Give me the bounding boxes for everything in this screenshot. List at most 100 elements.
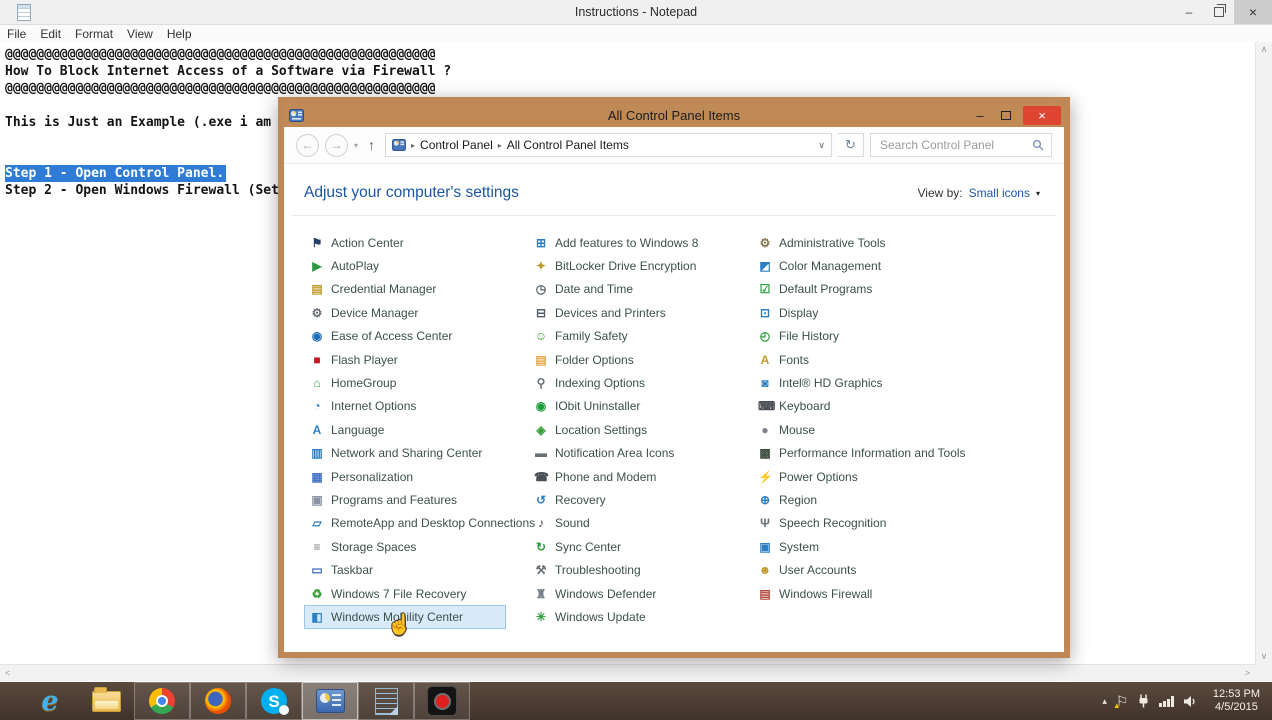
internet-explorer-taskbar-button[interactable]: e: [22, 682, 78, 720]
view-by-dropdown-icon[interactable]: ▾: [1036, 189, 1040, 198]
control-panel-item[interactable]: ▩ Performance Information and Tools: [752, 442, 972, 465]
control-panel-item[interactable]: ✳ Windows Update: [528, 605, 652, 628]
notepad-minimize-button[interactable]: –: [1174, 0, 1204, 24]
scroll-down-icon[interactable]: ∨: [1261, 652, 1268, 661]
control-panel-item[interactable]: ⚲ Indexing Options: [528, 371, 651, 394]
control-panel-item[interactable]: ⚑ Action Center: [304, 231, 410, 254]
back-button[interactable]: ←: [296, 133, 319, 157]
control-panel-minimize-button[interactable]: –: [967, 108, 993, 123]
default-programs-icon: ☑: [759, 282, 771, 297]
skype-taskbar-button[interactable]: S: [246, 682, 302, 720]
notepad-restore-button[interactable]: [1204, 0, 1234, 24]
control-panel-item[interactable]: ☑ Default Programs: [752, 278, 878, 301]
control-panel-close-button[interactable]: ×: [1023, 105, 1061, 125]
control-panel-item[interactable]: ⚡ Power Options: [752, 465, 864, 488]
control-panel-item[interactable]: ⊡ Display: [752, 301, 824, 324]
network-signal-icon[interactable]: [1159, 695, 1174, 707]
search-input[interactable]: [878, 137, 1032, 153]
menu-file[interactable]: File: [0, 27, 33, 41]
control-panel-item[interactable]: ↺ Recovery: [528, 488, 612, 511]
control-panel-item[interactable]: ● Mouse: [752, 418, 821, 441]
up-button[interactable]: ↑: [368, 137, 375, 153]
control-panel-item[interactable]: Ψ Speech Recognition: [752, 512, 892, 535]
control-panel-item[interactable]: ↻ Sync Center: [528, 535, 627, 558]
control-panel-item[interactable]: ⊕ Region: [752, 488, 823, 511]
notepad-close-button[interactable]: ×: [1234, 0, 1272, 24]
control-panel-window-title: All Control Panel Items: [607, 107, 741, 123]
google-chrome-taskbar-button[interactable]: [134, 682, 190, 720]
notepad-taskbar-button[interactable]: [358, 682, 414, 720]
control-panel-item[interactable]: A Fonts: [752, 348, 815, 371]
action-center-tray-icon[interactable]: ⚐ ▲: [1113, 694, 1129, 710]
control-panel-item[interactable]: ▤ Folder Options: [528, 348, 640, 371]
search-box[interactable]: [870, 133, 1052, 157]
refresh-button[interactable]: ↻: [838, 133, 864, 157]
volume-tray-icon[interactable]: [1183, 695, 1198, 708]
control-panel-item[interactable]: A Language: [304, 418, 390, 441]
control-panel-item[interactable]: ▱ RemoteApp and Desktop Connections: [304, 512, 535, 535]
control-panel-item[interactable]: ⚒ Troubleshooting: [528, 558, 647, 581]
control-panel-item[interactable]: ▣ System: [752, 535, 825, 558]
control-panel-item[interactable]: ◴ File History: [752, 325, 845, 348]
control-panel-item[interactable]: ◈ Location Settings: [528, 418, 653, 441]
show-hidden-icons-button[interactable]: ▴: [1102, 696, 1107, 707]
control-panel-item[interactable]: ▤ Windows Firewall: [752, 582, 878, 605]
control-panel-item[interactable]: ■ Flash Player: [304, 348, 404, 371]
control-panel-titlebar: All Control Panel Items – ×: [284, 103, 1064, 127]
notepad-horizontal-scrollbar[interactable]: < >: [0, 664, 1255, 681]
address-dropdown-icon[interactable]: ∨: [818, 140, 825, 151]
control-panel-item[interactable]: ▶ AutoPlay: [304, 254, 385, 277]
recent-pages-dropdown-icon[interactable]: ▾: [354, 141, 358, 150]
control-panel-item[interactable]: ⚙ Administrative Tools: [752, 231, 892, 254]
scroll-right-icon[interactable]: >: [1245, 668, 1250, 678]
forward-button[interactable]: →: [325, 133, 348, 157]
control-panel-item[interactable]: ◩ Color Management: [752, 254, 887, 277]
breadcrumb-control-panel[interactable]: Control Panel: [420, 138, 493, 152]
control-panel-item[interactable]: ▭ Taskbar: [304, 558, 379, 581]
control-panel-item[interactable]: ⚙ Device Manager: [304, 301, 424, 324]
scroll-left-icon[interactable]: <: [5, 668, 10, 678]
control-panel-item[interactable]: ≡ Storage Spaces: [304, 535, 422, 558]
control-panel-item-label: Date and Time: [555, 282, 634, 297]
control-panel-item-label: Phone and Modem: [555, 469, 657, 484]
control-panel-maximize-button[interactable]: [993, 108, 1019, 123]
control-panel-item[interactable]: ◷ Date and Time: [528, 278, 639, 301]
scroll-up-icon[interactable]: ∧: [1261, 45, 1268, 54]
control-panel-taskbar-button[interactable]: [302, 682, 358, 720]
control-panel-item[interactable]: ⌂ HomeGroup: [304, 371, 402, 394]
firefox-taskbar-button[interactable]: [190, 682, 246, 720]
control-panel-item[interactable]: ▣ Programs and Features: [304, 488, 463, 511]
control-panel-item[interactable]: ◔ Internet Options: [304, 395, 422, 418]
control-panel-item[interactable]: ♜ Windows Defender: [528, 582, 662, 605]
control-panel-item[interactable]: ◙ Intel® HD Graphics: [752, 371, 889, 394]
control-panel-item[interactable]: ⊟ Devices and Printers: [528, 301, 672, 324]
control-panel-item[interactable]: ⌨ Keyboard: [752, 395, 836, 418]
menu-view[interactable]: View: [120, 27, 160, 41]
menu-format[interactable]: Format: [68, 27, 120, 41]
control-panel-item[interactable]: ▦ Personalization: [304, 465, 419, 488]
control-panel-item[interactable]: ✦ BitLocker Drive Encryption: [528, 254, 702, 277]
menu-edit[interactable]: Edit: [33, 27, 68, 41]
power-tray-icon[interactable]: [1137, 694, 1150, 708]
date-time-icon: ◷: [535, 282, 547, 297]
family-safety-icon: ☺: [534, 329, 548, 344]
notepad-vertical-scrollbar[interactable]: ∧ ∨: [1255, 42, 1272, 664]
file-explorer-taskbar-button[interactable]: [78, 682, 134, 720]
control-panel-item[interactable]: ◉ Ease of Access Center: [304, 325, 458, 348]
view-by-value[interactable]: Small icons: [969, 186, 1030, 200]
address-bar[interactable]: ▸ Control Panel ▸ All Control Panel Item…: [385, 133, 832, 157]
control-panel-item[interactable]: ☺ Family Safety: [528, 325, 634, 348]
control-panel-item[interactable]: ☎ Phone and Modem: [528, 465, 662, 488]
breadcrumb-all-items[interactable]: All Control Panel Items: [507, 138, 629, 152]
control-panel-item[interactable]: ▥ Network and Sharing Center: [304, 442, 488, 465]
menu-help[interactable]: Help: [160, 27, 199, 41]
control-panel-item[interactable]: ▤ Credential Manager: [304, 278, 442, 301]
screen-recorder-taskbar-button[interactable]: [414, 682, 470, 720]
control-panel-item[interactable]: ♪ Sound: [528, 512, 596, 535]
control-panel-item[interactable]: ⊞ Add features to Windows 8: [528, 231, 704, 254]
clock[interactable]: 12:53 PM 4/5/2015: [1213, 688, 1260, 714]
control-panel-item[interactable]: ▬ Notification Area Icons: [528, 442, 680, 465]
control-panel-item[interactable]: ◉ IObit Uninstaller: [528, 395, 646, 418]
control-panel-item[interactable]: ♻ Windows 7 File Recovery: [304, 582, 472, 605]
control-panel-item[interactable]: ☻ User Accounts: [752, 558, 862, 581]
